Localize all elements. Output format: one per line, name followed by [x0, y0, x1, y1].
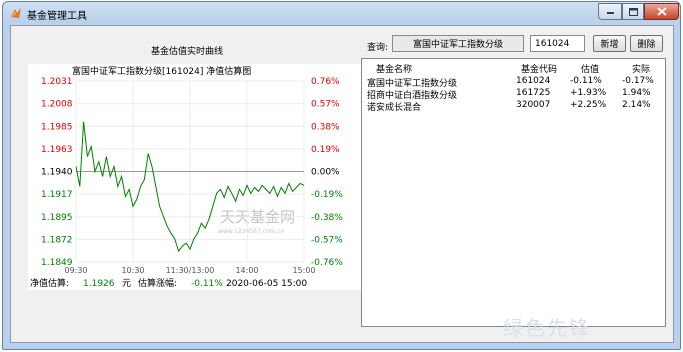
add-fund-button[interactable]: 新增 [593, 35, 626, 52]
fund-row-actual: 1.94% [622, 88, 651, 98]
x-tick-label: 10:30 [121, 266, 144, 275]
x-tick-label: 09:30 [64, 266, 87, 275]
change-estimate-label: 估算涨幅: [138, 277, 177, 289]
minimize-icon [606, 11, 614, 14]
close-icon [656, 7, 667, 16]
nav-estimate-label: 净值估算: [30, 277, 69, 289]
y-tick-label-right: 0.57% [311, 100, 340, 110]
close-button[interactable] [644, 3, 679, 20]
fund-row-code: 161725 [516, 88, 551, 98]
nav-estimate-value: 1.1926 [83, 279, 115, 289]
column-header-estimate[interactable]: 估值 [581, 62, 599, 75]
y-tick-label-right: 0.00% [311, 168, 340, 178]
nav-chart-svg: 富国中证军工指数分级[161024] 净值估算图 天天基金网 www.12345… [30, 65, 343, 289]
chart-heading: 基金估值实时曲线 [151, 47, 224, 57]
fund-row-estimate: +2.25% [570, 100, 607, 110]
fund-row-actual: 2.14% [622, 100, 651, 110]
fund-row-name: 诺安成长混合 [367, 103, 422, 113]
y-tick-label-left: 1.2008 [41, 100, 73, 110]
fund-row[interactable]: 诺安成长混合 320007 +2.25% 2.14% [362, 100, 665, 113]
app-icon [11, 8, 21, 18]
y-tick-label-right: 0.76% [311, 77, 340, 87]
fund-row-actual: -0.17% [622, 76, 654, 86]
y-tick-label-left: 1.1985 [41, 122, 73, 132]
x-tick-label: 14:00 [235, 266, 258, 275]
maximize-icon [628, 7, 638, 16]
y-tick-label-right: -0.19% [311, 190, 343, 200]
title-bar[interactable]: 基金管理工具 [3, 2, 680, 24]
delete-fund-button[interactable]: 删除 [630, 35, 663, 52]
fund-row[interactable]: 招商中证白酒指数分级 161725 +1.93% 1.94% [362, 88, 665, 101]
y-tick-label-left: 1.1917 [41, 190, 73, 200]
nav-chart: 富国中证军工指数分级[161024] 净值估算图 天天基金网 www.12345… [28, 64, 361, 290]
query-label: 查询: [367, 43, 389, 53]
fund-list[interactable]: 基金名称 基金代码 估值 实际 富国中证军工指数分级 161024 -0.11%… [361, 58, 666, 327]
minimize-button[interactable] [598, 3, 622, 20]
fund-list-header: 基金名称 基金代码 估值 实际 [362, 62, 665, 75]
fund-row[interactable]: 富国中证军工指数分级 161024 -0.11% -0.17% [362, 76, 665, 89]
y-tick-label-left: 1.2031 [41, 77, 73, 87]
fund-row-estimate: +1.93% [570, 88, 607, 98]
x-tick-label: 15:00 [292, 266, 315, 275]
y-tick-label-left: 1.1872 [41, 235, 73, 245]
y-tick-label-right: 0.38% [311, 122, 340, 132]
fund-code-input[interactable] [530, 35, 585, 52]
column-header-name[interactable]: 基金名称 [376, 62, 412, 75]
fund-row-code: 320007 [516, 100, 551, 110]
fund-name-field[interactable]: 富国中证军工指数分级 [392, 35, 524, 52]
site-watermark: 绿色先锋 [503, 316, 591, 340]
column-header-code[interactable]: 基金代码 [521, 62, 557, 75]
y-tick-label-right: -0.76% [311, 258, 343, 268]
app-window: 基金管理工具 基金估值实时曲线 富国中证军工指数分级[161024] 净值估算图… [2, 1, 681, 350]
fund-row-estimate: -0.11% [570, 76, 602, 86]
chart-watermark-url: www.1234567.com.cn [218, 228, 285, 235]
y-tick-label-right: -0.57% [311, 235, 343, 245]
change-estimate-value: -0.11% [191, 279, 223, 289]
column-header-actual[interactable]: 实际 [632, 62, 650, 75]
y-tick-label-left: 1.1940 [41, 168, 73, 178]
fund-row-code: 161024 [516, 76, 551, 86]
x-tick-label: 11:30/13:00 [166, 266, 215, 275]
y-tick-label-right: -0.38% [311, 213, 343, 223]
y-tick-label-left: 1.1963 [41, 145, 73, 155]
nav-unit: 元 [122, 279, 131, 289]
window-title: 基金管理工具 [27, 11, 87, 22]
estimate-timestamp: 2020-06-05 15:00 [226, 279, 307, 289]
main-panel: 基金估值实时曲线 富国中证军工指数分级[161024] 净值估算图 天天基金网 … [10, 25, 674, 343]
chart-title: 富国中证军工指数分级[161024] 净值估算图 [72, 65, 251, 77]
y-tick-label-right: 0.19% [311, 145, 340, 155]
y-tick-label-left: 1.1895 [41, 213, 73, 223]
maximize-button[interactable] [622, 3, 644, 20]
